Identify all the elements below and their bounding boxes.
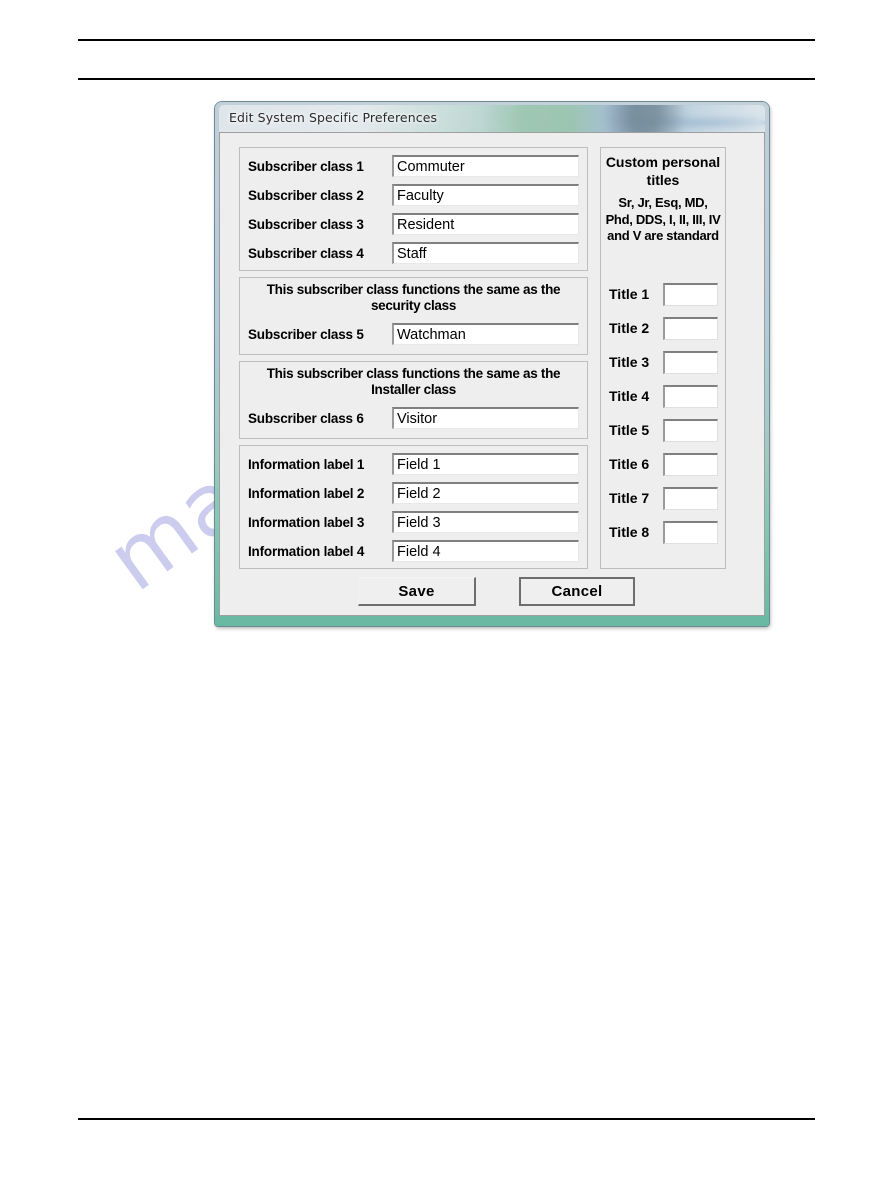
input-title-8[interactable] xyxy=(663,520,718,544)
label-subscriber-class-3: Subscriber class 3 xyxy=(248,216,364,232)
cancel-button[interactable]: Cancel xyxy=(519,577,635,606)
dialog-client-area: Subscriber class 1 Commuter Subscriber c… xyxy=(219,132,765,616)
field-row-subscriber-class-2: Subscriber class 2 Faculty xyxy=(248,183,579,207)
input-information-label-3[interactable]: Field 3 xyxy=(392,511,579,533)
group-information-labels: Information label 1 Field 1 Information … xyxy=(239,445,588,569)
input-title-2[interactable] xyxy=(663,316,718,340)
label-subscriber-class-5: Subscriber class 5 xyxy=(248,326,364,342)
input-title-4[interactable] xyxy=(663,384,718,408)
input-information-label-2[interactable]: Field 2 xyxy=(392,482,579,504)
label-subscriber-class-1: Subscriber class 1 xyxy=(248,158,364,174)
save-button[interactable]: Save xyxy=(358,577,476,606)
input-title-5[interactable] xyxy=(663,418,718,442)
input-subscriber-class-1[interactable]: Commuter xyxy=(392,155,579,177)
label-subscriber-class-4: Subscriber class 4 xyxy=(248,245,364,261)
page-rule-top-1 xyxy=(78,39,815,41)
label-title-3: Title 3 xyxy=(609,354,650,370)
input-title-6[interactable] xyxy=(663,452,718,476)
label-title-6: Title 6 xyxy=(609,456,650,472)
field-row-subscriber-class-4: Subscriber class 4 Staff xyxy=(248,241,579,265)
input-subscriber-class-6[interactable]: Visitor xyxy=(392,407,579,429)
custom-titles-heading: Custom personal titles xyxy=(605,154,721,188)
page-rule-bottom xyxy=(78,1118,815,1120)
custom-titles-standard-note: Sr, Jr, Esq, MD, Phd, DDS, I, II, III, I… xyxy=(605,195,721,243)
page-rule-top-2 xyxy=(78,78,815,80)
label-title-8: Title 8 xyxy=(609,524,650,540)
input-title-1[interactable] xyxy=(663,282,718,306)
label-title-5: Title 5 xyxy=(609,422,650,438)
title-row-6: Title 6 xyxy=(609,451,718,477)
field-row-subscriber-class-5: Subscriber class 5 Watchman xyxy=(248,322,579,346)
field-row-information-label-3: Information label 3 Field 3 xyxy=(248,510,579,534)
label-subscriber-class-2: Subscriber class 2 xyxy=(248,187,364,203)
note-subscriber-class-5: This subscriber class functions the same… xyxy=(266,282,561,313)
title-row-3: Title 3 xyxy=(609,349,718,375)
label-information-label-2: Information label 2 xyxy=(248,485,365,501)
group-subscriber-class-6: This subscriber class functions the same… xyxy=(239,361,588,439)
label-information-label-1: Information label 1 xyxy=(248,456,365,472)
group-subscriber-classes-1-4: Subscriber class 1 Commuter Subscriber c… xyxy=(239,147,588,271)
label-title-4: Title 4 xyxy=(609,388,650,404)
label-title-1: Title 1 xyxy=(609,286,650,302)
title-row-4: Title 4 xyxy=(609,383,718,409)
input-subscriber-class-3[interactable]: Resident xyxy=(392,213,579,235)
input-information-label-4[interactable]: Field 4 xyxy=(392,540,579,562)
title-row-1: Title 1 xyxy=(609,281,718,307)
label-title-2: Title 2 xyxy=(609,320,650,336)
title-row-5: Title 5 xyxy=(609,417,718,443)
field-row-information-label-1: Information label 1 Field 1 xyxy=(248,452,579,476)
dialog-titlebar[interactable]: Edit System Specific Preferences xyxy=(219,105,765,132)
group-subscriber-class-5: This subscriber class functions the same… xyxy=(239,277,588,355)
edit-system-specific-preferences-dialog: Edit System Specific Preferences Subscri… xyxy=(215,102,769,626)
title-row-8: Title 8 xyxy=(609,519,718,545)
field-row-subscriber-class-3: Subscriber class 3 Resident xyxy=(248,212,579,236)
input-title-3[interactable] xyxy=(663,350,718,374)
input-information-label-1[interactable]: Field 1 xyxy=(392,453,579,475)
label-information-label-4: Information label 4 xyxy=(248,543,365,559)
input-subscriber-class-4[interactable]: Staff xyxy=(392,242,579,264)
input-subscriber-class-5[interactable]: Watchman xyxy=(392,323,579,345)
input-title-7[interactable] xyxy=(663,486,718,510)
field-row-information-label-4: Information label 4 Field 4 xyxy=(248,539,579,563)
group-custom-personal-titles: Custom personal titles Sr, Jr, Esq, MD, … xyxy=(600,147,726,569)
note-subscriber-class-6: This subscriber class functions the same… xyxy=(266,366,561,397)
dialog-title: Edit System Specific Preferences xyxy=(229,110,438,125)
field-row-information-label-2: Information label 2 Field 2 xyxy=(248,481,579,505)
input-subscriber-class-2[interactable]: Faculty xyxy=(392,184,579,206)
field-row-subscriber-class-6: Subscriber class 6 Visitor xyxy=(248,406,579,430)
field-row-subscriber-class-1: Subscriber class 1 Commuter xyxy=(248,154,579,178)
label-information-label-3: Information label 3 xyxy=(248,514,365,530)
label-title-7: Title 7 xyxy=(609,490,650,506)
title-row-2: Title 2 xyxy=(609,315,718,341)
title-row-7: Title 7 xyxy=(609,485,718,511)
label-subscriber-class-6: Subscriber class 6 xyxy=(248,410,364,426)
